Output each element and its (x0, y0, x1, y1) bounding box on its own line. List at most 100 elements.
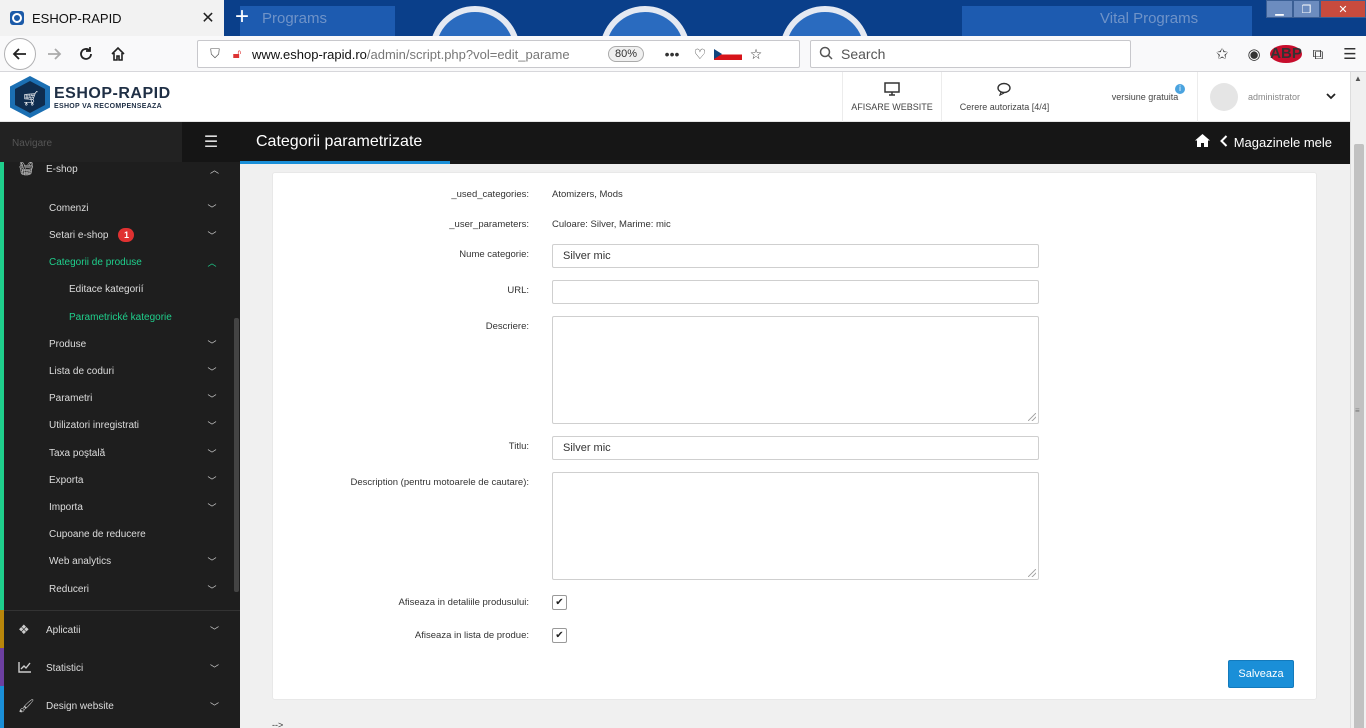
sidebar-item-taxa-postala[interactable]: Taxa poştală ﹀ (49, 443, 219, 463)
sidebar-scrollbar[interactable] (234, 318, 239, 592)
chevron-down-icon[interactable] (1326, 92, 1336, 103)
seo-description-textarea[interactable] (552, 472, 1039, 580)
zoom-level-badge[interactable]: 80% (608, 46, 645, 62)
back-arrow-icon[interactable] (4, 38, 36, 70)
sidebar-subitem-parametricke[interactable]: Parametrické kategorie (69, 307, 219, 327)
version-info[interactable]: versiune gratuita i (1093, 72, 1197, 122)
bookmarks-star-icon[interactable]: ✩ (1206, 45, 1238, 63)
sidebar-item-lista-coduri[interactable]: Lista de coduri ﹀ (49, 361, 219, 381)
maximize-window-icon[interactable]: ❐ (1293, 0, 1320, 18)
resize-grip-icon[interactable] (1028, 569, 1036, 577)
info-icon[interactable]: i (1175, 84, 1185, 94)
pocket-icon[interactable]: ♡ (686, 46, 714, 63)
sidebar-item-statistici[interactable]: Statistici ﹀ (4, 649, 234, 687)
sidebar-item-importa[interactable]: Importa ﹀ (49, 497, 219, 517)
sidebar-item-label: E-shop (46, 163, 78, 175)
sidebar-item-produse[interactable]: Produse ﹀ (49, 334, 219, 354)
chevron-down-icon: ﹀ (207, 556, 217, 567)
username: administrator (1248, 92, 1301, 102)
sidebar-item-cupoane[interactable]: Cupoane de reducere (49, 524, 219, 544)
site-favicon-icon (10, 11, 24, 25)
sidebar-item-design-website[interactable]: 🖌︎ Design website ﹀ (4, 687, 234, 725)
sidebar-item-aplicatii[interactable]: ❖ Aplicatii ﹀ (4, 611, 234, 649)
avatar (1210, 83, 1238, 111)
chevron-up-icon: ︿ (210, 164, 220, 175)
description-textarea[interactable] (552, 316, 1039, 424)
page-actions-icon[interactable]: ••• (658, 46, 686, 63)
chevron-down-icon: ﹀ (207, 420, 217, 431)
tracking-shield-icon[interactable]: ⛉ (204, 46, 226, 62)
sidebar-item-web-analytics[interactable]: Web analytics ﹀ (49, 551, 219, 571)
reload-icon[interactable] (72, 40, 100, 68)
stray-text: --> (272, 720, 284, 728)
sidebar: Navigare ☰ 🧺︎ E-shop ︿ Comenzi ﹀ Setari … (0, 122, 240, 728)
menu-hamburger-icon[interactable]: ☰ (1334, 45, 1366, 63)
search-box[interactable] (810, 40, 1131, 68)
minimize-window-icon[interactable]: ▁ (1266, 0, 1293, 18)
scrollbar-grip-icon: ≡ (1355, 406, 1360, 415)
chevron-down-icon: ﹀ (210, 663, 220, 674)
sidebar-item-label: Aplicatii (46, 624, 81, 636)
new-tab-button[interactable]: + (230, 3, 254, 31)
sidebar-item-setari[interactable]: Setari e-shop 1 ﹀ (49, 225, 219, 245)
sidebar-item-label: Web analytics (49, 555, 112, 567)
sidebar-item-label: Produse (49, 338, 87, 350)
language-flag-icon[interactable] (714, 46, 743, 63)
sidebar-item-comenzi[interactable]: Comenzi ﹀ (49, 198, 219, 218)
home-icon[interactable] (104, 40, 132, 68)
bookmark-star-icon[interactable]: ☆ (742, 46, 770, 63)
chevron-down-icon: ﹀ (207, 366, 217, 377)
resize-grip-icon[interactable] (1028, 413, 1036, 421)
close-tab-icon[interactable]: ✕ (198, 8, 218, 28)
eshop-logo[interactable]: 🛒︎ ESHOP-RAPID ESHOP VA RECOMPENSEAZA (10, 76, 171, 118)
scrollbar-thumb[interactable] (1354, 144, 1364, 728)
authorized-requests-button[interactable]: Cerere autorizata [4/4] (941, 72, 1067, 122)
home-icon[interactable] (1194, 134, 1210, 150)
background-text: Vital Programs (1100, 10, 1199, 27)
sidebar-item-utilizatori[interactable]: Utilizatori inregistrati ﹀ (49, 415, 219, 435)
browser-toolbar: ⛉ 🔓︎ www.eshop-rapid.ro/admin/script.php… (0, 36, 1366, 72)
search-input[interactable] (841, 46, 1111, 62)
save-button[interactable]: Salveaza (1228, 660, 1294, 688)
address-bar[interactable]: ⛉ 🔓︎ www.eshop-rapid.ro/admin/script.php… (197, 40, 800, 68)
category-name-input[interactable] (552, 244, 1039, 268)
title-input[interactable] (552, 436, 1039, 460)
scroll-up-arrow-icon[interactable]: ▲ (1354, 74, 1362, 83)
background-circle (430, 6, 520, 36)
sidebar-item-eshop[interactable]: 🧺︎ E-shop ︿ (4, 150, 234, 188)
forward-arrow-icon[interactable] (40, 40, 68, 68)
sidebar-item-label: Utilizatori inregistrati (49, 419, 140, 431)
extension-icon[interactable]: ⧉ (1302, 46, 1334, 63)
insecure-lock-icon[interactable]: 🔓︎ (226, 46, 248, 62)
chevron-up-icon: ︿ (207, 257, 217, 268)
tab-title: ESHOP-RAPID (32, 10, 122, 26)
sidebar-item-categorii[interactable]: Categorii de produse ︿ (49, 252, 219, 272)
show-in-detail-checkbox[interactable]: ✔ (552, 595, 567, 610)
paintbrush-icon: 🖌︎ (18, 698, 35, 713)
breadcrumb-my-shops-link[interactable]: Magazinele mele (1234, 135, 1332, 150)
sidebar-subitem-editace[interactable]: Editace kategorií (69, 279, 219, 299)
close-window-icon[interactable]: ✕ (1320, 0, 1366, 18)
sidebar-item-label: Design website (46, 700, 114, 712)
view-website-button[interactable]: AFISARE WEBSITE (842, 72, 941, 122)
sidebar-item-exporta[interactable]: Exporta ﹀ (49, 470, 219, 490)
sidebar-item-parametri[interactable]: Parametri ﹀ (49, 388, 219, 408)
chevron-down-icon: ﹀ (207, 393, 217, 404)
user-menu[interactable]: administrator (1197, 72, 1350, 122)
view-website-label: AFISARE WEBSITE (851, 102, 933, 112)
page-scrollbar[interactable]: ▲ ≡ (1350, 72, 1366, 728)
chevron-down-icon: ﹀ (210, 701, 220, 712)
used-categories-label: _used_categories: (451, 189, 529, 200)
show-in-list-checkbox[interactable]: ✔ (552, 628, 567, 643)
logo-tagline: ESHOP VA RECOMPENSEAZA (54, 102, 162, 110)
sidebar-item-label: Categorii de produse (49, 256, 142, 268)
chevron-down-icon: ﹀ (207, 502, 217, 513)
account-icon[interactable]: ◉ (1238, 45, 1270, 63)
sidebar-item-reduceri[interactable]: Reduceri ﹀ (49, 579, 219, 599)
url-input[interactable] (552, 280, 1039, 304)
chevron-down-icon: ﹀ (210, 625, 220, 636)
adblock-icon[interactable]: ABP (1270, 45, 1302, 63)
sidebar-item-label: Exporta (49, 474, 84, 486)
url-text[interactable]: www.eshop-rapid.ro/admin/script.php?vol=… (252, 47, 592, 62)
browser-tab-active[interactable]: ESHOP-RAPID ✕ (0, 0, 224, 36)
